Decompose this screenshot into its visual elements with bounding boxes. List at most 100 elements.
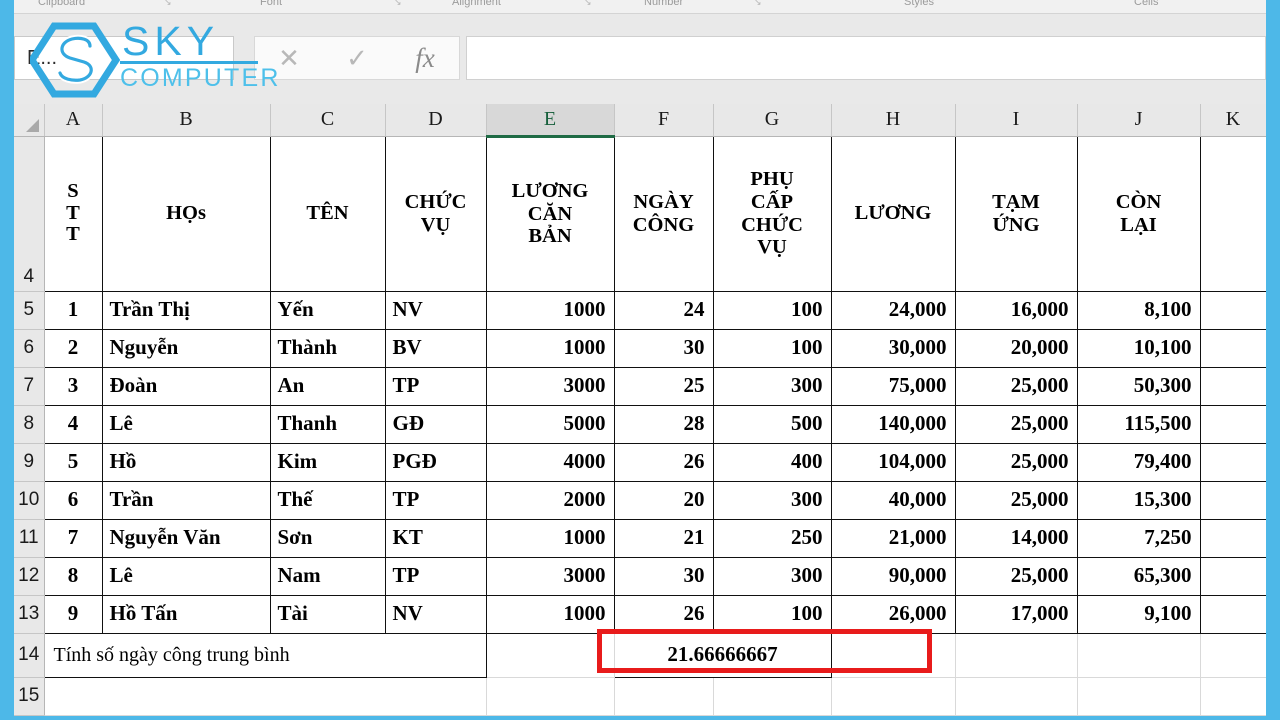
- column-header-f[interactable]: F: [614, 104, 714, 137]
- name-box[interactable]: E...: [14, 36, 234, 80]
- cell-luong[interactable]: 30,000: [830, 328, 956, 368]
- row-header-11[interactable]: 11: [14, 519, 45, 558]
- cell-ten[interactable]: Kim: [269, 442, 386, 482]
- cell-conlai[interactable]: 9,100: [1076, 594, 1201, 634]
- cell-ten[interactable]: Tài: [269, 594, 386, 634]
- cell-stt[interactable]: 2: [43, 328, 103, 368]
- column-header-i[interactable]: I: [955, 104, 1078, 137]
- cell-ngaycong[interactable]: 25: [613, 366, 714, 406]
- cell-ngaycong[interactable]: 30: [613, 328, 714, 368]
- column-header-b[interactable]: B: [102, 104, 271, 137]
- row-header-7[interactable]: 7: [14, 367, 45, 406]
- cell-luong[interactable]: 40,000: [830, 480, 956, 520]
- cell-luongcb[interactable]: 3000: [485, 366, 615, 406]
- cell-chucvu[interactable]: NV: [384, 290, 487, 330]
- cell-k[interactable]: [1199, 556, 1266, 596]
- cell-ho[interactable]: Đoàn: [101, 366, 271, 406]
- cell-ho[interactable]: Lê: [101, 556, 271, 596]
- cell-conlai[interactable]: 115,500: [1076, 404, 1201, 444]
- cell-tamung[interactable]: 14,000: [954, 518, 1078, 558]
- cell-ngaycong[interactable]: 21: [613, 518, 714, 558]
- cell-luong[interactable]: 21,000: [830, 518, 956, 558]
- cell-luong[interactable]: 140,000: [830, 404, 956, 444]
- cell-luong[interactable]: 75,000: [830, 366, 956, 406]
- cell-tamung[interactable]: 25,000: [954, 404, 1078, 444]
- cell-ten[interactable]: Yến: [269, 290, 386, 330]
- column-header-d[interactable]: D: [385, 104, 487, 137]
- cell-tamung[interactable]: 20,000: [954, 328, 1078, 368]
- summary-empty-cell-j[interactable]: [1076, 632, 1201, 678]
- cell-k[interactable]: [1199, 442, 1266, 482]
- cell-ngaycong[interactable]: 26: [613, 442, 714, 482]
- summary-result-cell[interactable]: 21.66666667: [613, 632, 832, 678]
- cell-chucvu[interactable]: TP: [384, 366, 487, 406]
- row-header-6[interactable]: 6: [14, 329, 45, 368]
- cell-chucvu[interactable]: TP: [384, 480, 487, 520]
- enter-check-icon[interactable]: ✓: [327, 45, 387, 71]
- cell-stt[interactable]: 3: [43, 366, 103, 406]
- summary-empty-cell-h[interactable]: [830, 632, 956, 678]
- cell-ten[interactable]: Sơn: [269, 518, 386, 558]
- cell-k[interactable]: [1199, 366, 1266, 406]
- column-header-g[interactable]: G: [713, 104, 832, 137]
- cell-luongcb[interactable]: 1000: [485, 594, 615, 634]
- column-header-j[interactable]: J: [1077, 104, 1201, 137]
- cell-stt[interactable]: 4: [43, 404, 103, 444]
- summary-empty-cell-e[interactable]: [485, 632, 615, 678]
- cancel-icon[interactable]: ✕: [259, 45, 319, 71]
- cell-ten[interactable]: Thanh: [269, 404, 386, 444]
- blank-cell-h[interactable]: [830, 676, 956, 716]
- cell-luongcb[interactable]: 3000: [485, 556, 615, 596]
- cell-tamung[interactable]: 25,000: [954, 556, 1078, 596]
- cell-chucvu[interactable]: NV: [384, 594, 487, 634]
- cell-conlai[interactable]: 7,250: [1076, 518, 1201, 558]
- cell-chucvu[interactable]: BV: [384, 328, 487, 368]
- dialog-launcher-alignment-icon[interactable]: ↘: [584, 0, 592, 8]
- blank-cell-e[interactable]: [485, 676, 615, 716]
- cell-tamung[interactable]: 17,000: [954, 594, 1078, 634]
- insert-function-icon[interactable]: fx: [395, 44, 455, 72]
- cell-ngaycong[interactable]: 20: [613, 480, 714, 520]
- cell-luong[interactable]: 104,000: [830, 442, 956, 482]
- cell-tamung[interactable]: 25,000: [954, 480, 1078, 520]
- blank-cell-f[interactable]: [613, 676, 714, 716]
- cell-stt[interactable]: 1: [43, 290, 103, 330]
- cell-luongcb[interactable]: 1000: [485, 328, 615, 368]
- cell-k[interactable]: [1199, 594, 1266, 634]
- cell-k[interactable]: [1199, 480, 1266, 520]
- cell-conlai[interactable]: 8,100: [1076, 290, 1201, 330]
- cell-ho[interactable]: Trần: [101, 480, 271, 520]
- cell-stt[interactable]: 9: [43, 594, 103, 634]
- select-all-corner[interactable]: [14, 104, 45, 137]
- formula-input[interactable]: [466, 36, 1266, 80]
- summary-empty-cell-i[interactable]: [954, 632, 1078, 678]
- cell-k[interactable]: [1199, 518, 1266, 558]
- cell-ho[interactable]: Nguyễn: [101, 328, 271, 368]
- cell-luong[interactable]: 90,000: [830, 556, 956, 596]
- dialog-launcher-font-icon[interactable]: ↘: [394, 0, 402, 8]
- cell-phucap[interactable]: 300: [712, 366, 832, 406]
- cell-tamung[interactable]: 16,000: [954, 290, 1078, 330]
- cell-ho[interactable]: Lê: [101, 404, 271, 444]
- cell-luongcb[interactable]: 2000: [485, 480, 615, 520]
- cell-ho[interactable]: Nguyễn Văn: [101, 518, 271, 558]
- row-header-4[interactable]: 4: [14, 136, 45, 292]
- cell-k[interactable]: [1199, 404, 1266, 444]
- cell-luongcb[interactable]: 1000: [485, 518, 615, 558]
- cell-ngaycong[interactable]: 30: [613, 556, 714, 596]
- cell-k[interactable]: [1199, 290, 1266, 330]
- cell-chucvu[interactable]: KT: [384, 518, 487, 558]
- cell-phucap[interactable]: 300: [712, 480, 832, 520]
- cell-ten[interactable]: Thế: [269, 480, 386, 520]
- row-header-12[interactable]: 12: [14, 557, 45, 596]
- cell-luongcb[interactable]: 5000: [485, 404, 615, 444]
- row-header-13[interactable]: 13: [14, 595, 45, 634]
- cell-ho[interactable]: Hồ Tấn: [101, 594, 271, 634]
- row-header-14[interactable]: 14: [14, 633, 45, 678]
- cell-phucap[interactable]: 100: [712, 328, 832, 368]
- cell-phucap[interactable]: 100: [712, 594, 832, 634]
- cell-phucap[interactable]: 250: [712, 518, 832, 558]
- column-header-h[interactable]: H: [831, 104, 956, 137]
- cell-ngaycong[interactable]: 26: [613, 594, 714, 634]
- cell-stt[interactable]: 8: [43, 556, 103, 596]
